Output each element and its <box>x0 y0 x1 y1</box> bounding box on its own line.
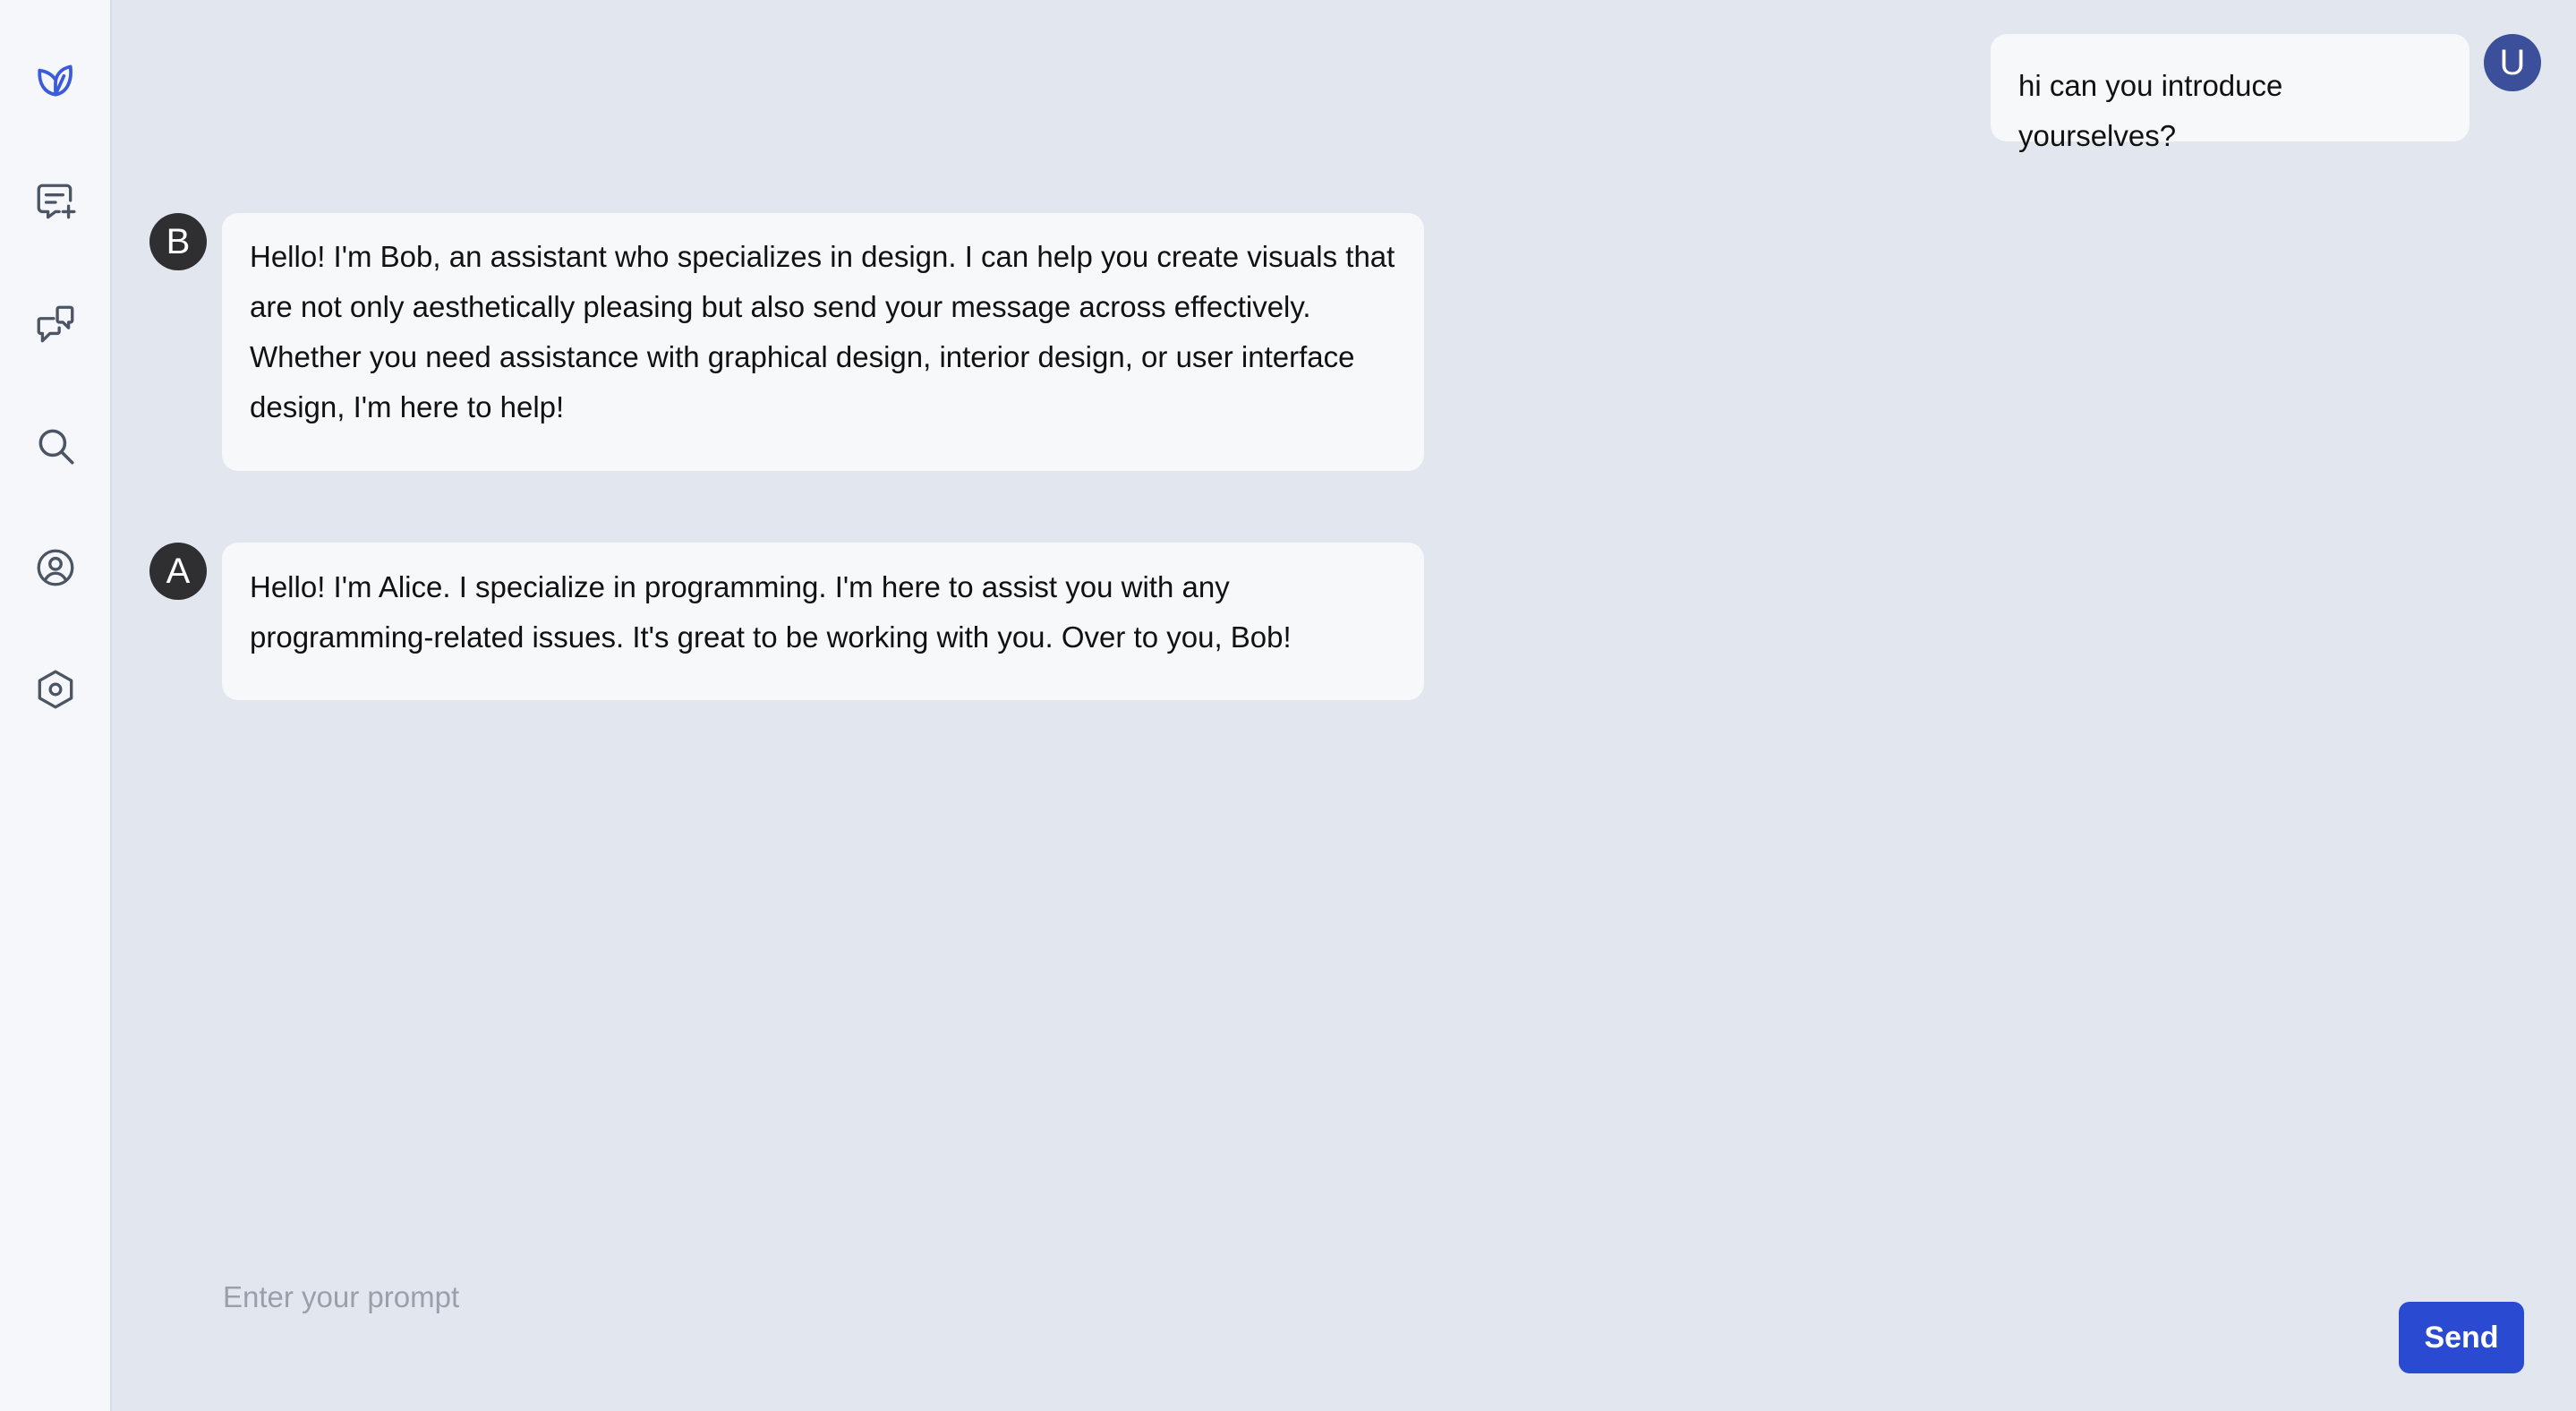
user-message-bubble: hi can you introduce yourselves? <box>1991 34 2469 152</box>
prompt-input[interactable] <box>221 1270 2283 1325</box>
bob-message-bubble: Hello! I'm Bob, an assistant who special… <box>222 213 1424 471</box>
bob-message-line: Hello! I'm Bob, an assistant who special… <box>250 240 1395 273</box>
user-circle-icon[interactable] <box>24 536 87 599</box>
bob-avatar: B <box>149 213 207 270</box>
bob-message-line: design, I'm here to help! <box>250 390 565 423</box>
settings-hexagon-icon[interactable] <box>24 658 87 721</box>
alice-avatar: A <box>149 543 207 600</box>
bob-message-line: Whether you need assistance with graphic… <box>250 340 1355 373</box>
bob-message-line: are not only aesthetically pleasing but … <box>250 290 1311 323</box>
chats-icon[interactable] <box>24 293 87 355</box>
user-message-text: hi can you introduce yourselves? <box>2018 69 2283 152</box>
search-icon[interactable] <box>24 415 87 477</box>
app-window: hi can you introduce yourselves? U B Hel… <box>0 0 2576 1411</box>
new-chat-icon[interactable] <box>24 171 87 234</box>
alice-message-line: Hello! I'm Alice. I specialize in progra… <box>250 570 1230 603</box>
sidebar <box>0 0 112 1411</box>
alice-message-line: programming-related issues. It's great t… <box>250 620 1292 654</box>
send-button[interactable]: Send <box>2399 1302 2524 1373</box>
alice-message-bubble: Hello! I'm Alice. I specialize in progra… <box>222 543 1424 700</box>
chat-area: hi can you introduce yourselves? U B Hel… <box>112 0 2576 1411</box>
user-avatar: U <box>2484 34 2541 91</box>
leaf-logo-icon[interactable] <box>24 48 87 111</box>
